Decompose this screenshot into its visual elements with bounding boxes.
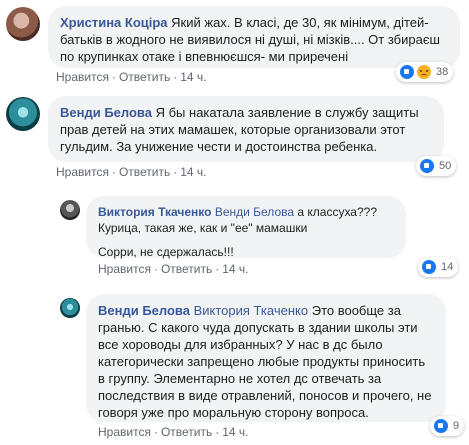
reaction-count: 50 xyxy=(439,160,452,172)
comment-timestamp[interactable]: 14 ч. xyxy=(180,70,206,84)
reply-bubble: Венди Белова Виктория Ткаченко Это вообщ… xyxy=(86,294,446,422)
comment-author[interactable]: Христина Коціра xyxy=(60,15,168,30)
reply-link[interactable]: Ответить xyxy=(119,70,170,84)
reply-author[interactable]: Виктория Ткаченко xyxy=(98,205,211,219)
avatar[interactable] xyxy=(60,200,80,220)
separator-dot: · xyxy=(173,165,178,179)
reply-text-line: Курица, такая же, как и "ее" мамашки xyxy=(98,221,308,235)
reaction-count: 9 xyxy=(453,420,460,432)
comment-actions: Нравится · Ответить · 14 ч. xyxy=(56,70,207,84)
separator-dot: · xyxy=(215,262,220,276)
comment-timestamp[interactable]: 14 ч. xyxy=(180,165,206,179)
comment-bubble: Венди Белова Я бы накатала заявление в с… xyxy=(48,96,444,162)
avatar[interactable] xyxy=(6,97,40,131)
like-icon xyxy=(419,158,435,174)
like-icon xyxy=(399,64,415,80)
reply-link[interactable]: Ответить xyxy=(161,425,212,439)
reply-bubble: Виктория Ткаченко Венди Белова а классух… xyxy=(86,196,406,259)
separator-dot: · xyxy=(111,70,116,84)
separator-dot: · xyxy=(215,425,220,439)
comment-bubble: Христина Коціра Який жах. В класі, де 30… xyxy=(48,6,460,68)
reply-timestamp[interactable]: 14 ч. xyxy=(222,262,248,276)
reply-text: Это вообще за гранью. С какого чуда допу… xyxy=(98,303,432,420)
reply-timestamp[interactable]: 14 ч. xyxy=(222,425,248,439)
reply-link[interactable]: Ответить xyxy=(119,165,170,179)
reply-author[interactable]: Венди Белова xyxy=(98,303,190,318)
reply-text: а классуха??? xyxy=(297,205,378,219)
like-link[interactable]: Нравится xyxy=(98,425,151,439)
avatar[interactable] xyxy=(6,7,40,41)
like-link[interactable]: Нравится xyxy=(98,262,151,276)
comment-author[interactable]: Венди Белова xyxy=(60,105,152,120)
reactions-summary[interactable]: 9 xyxy=(430,416,465,436)
avatar[interactable] xyxy=(60,298,80,318)
like-link[interactable]: Нравится xyxy=(56,165,109,179)
comment-actions: Нравится · Ответить · 14 ч. xyxy=(56,165,207,179)
reply-actions: Нравится · Ответить · 14 ч. xyxy=(98,262,249,276)
reply-actions: Нравится · Ответить · 14 ч. xyxy=(98,425,249,439)
separator-dot: · xyxy=(153,262,158,276)
like-link[interactable]: Нравится xyxy=(56,70,109,84)
reply-text-line: Сорри, не сдержалась!!! xyxy=(98,245,234,259)
reactions-summary[interactable]: 38 xyxy=(396,62,454,82)
separator-dot: · xyxy=(153,425,158,439)
separator-dot: · xyxy=(111,165,116,179)
mention-link[interactable]: Венди Белова xyxy=(215,205,294,219)
reactions-summary[interactable]: 50 xyxy=(416,156,457,176)
reaction-count: 14 xyxy=(441,261,454,273)
reactions-summary[interactable]: 14 xyxy=(418,257,459,277)
like-icon xyxy=(433,418,449,434)
reaction-count: 38 xyxy=(436,66,449,78)
sad-icon xyxy=(416,64,432,80)
reply-link[interactable]: Ответить xyxy=(161,262,212,276)
mention-link[interactable]: Виктория Ткаченко xyxy=(194,303,308,318)
separator-dot: · xyxy=(173,70,178,84)
like-icon xyxy=(421,259,437,275)
